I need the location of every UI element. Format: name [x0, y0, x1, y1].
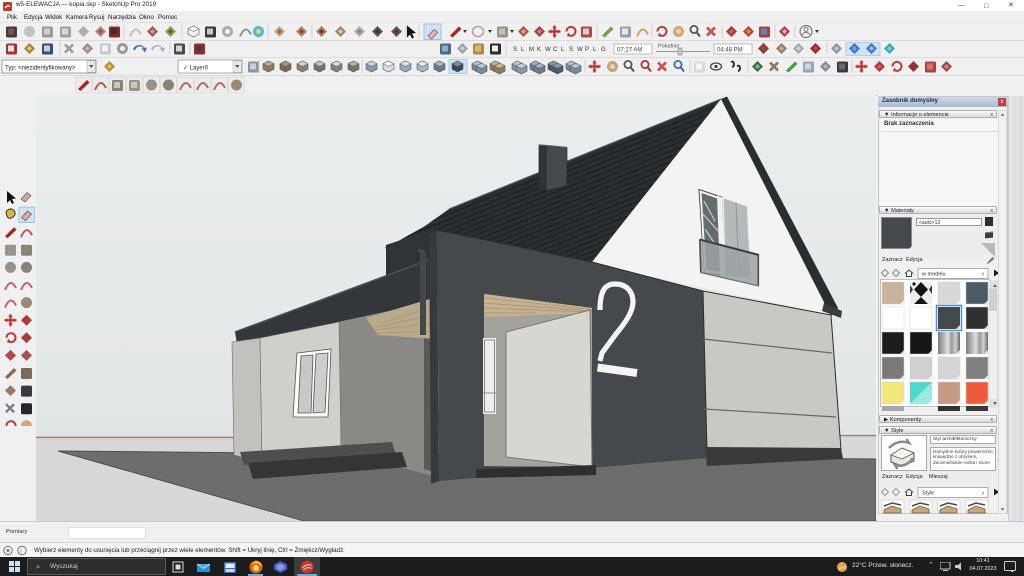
svg-text:i: i — [20, 548, 21, 555]
